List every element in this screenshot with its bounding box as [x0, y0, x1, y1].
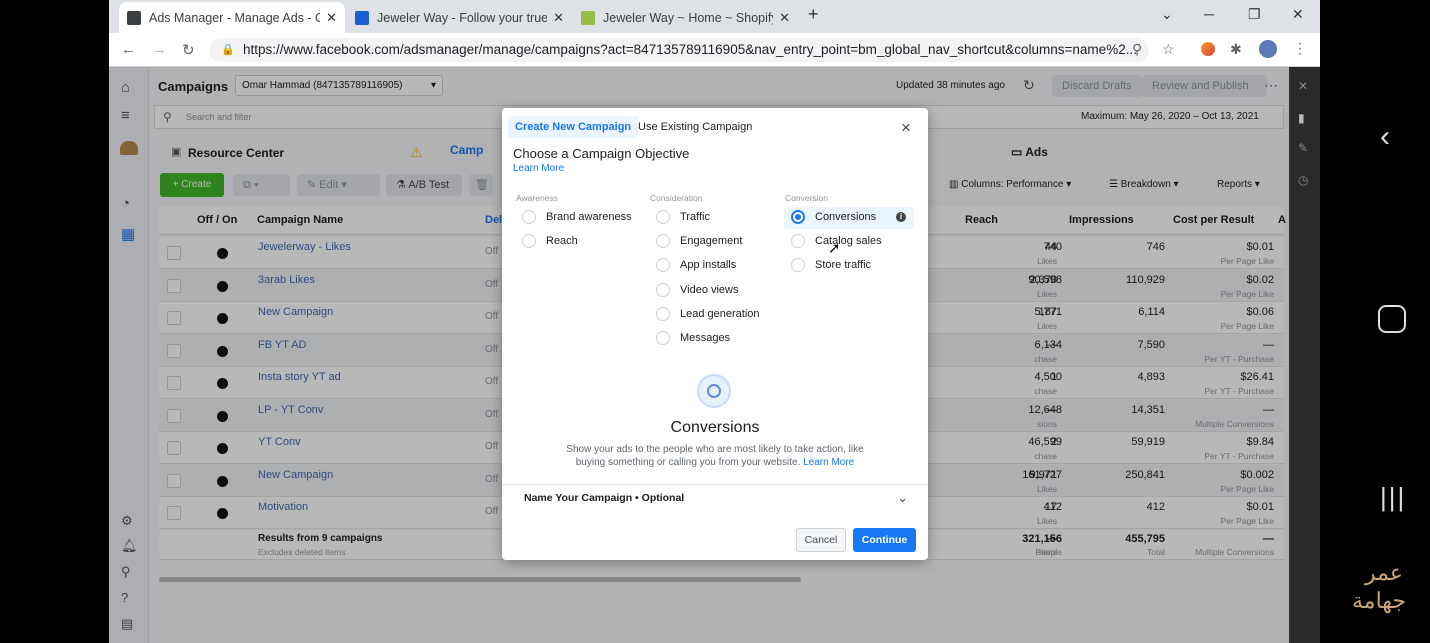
option-store-traffic[interactable]: Store traffic	[791, 258, 871, 272]
tab-search-icon[interactable]: ⌄	[1161, 6, 1173, 23]
recents-nav-icon[interactable]: |||	[1380, 482, 1406, 513]
radio-button	[656, 258, 670, 272]
tab-create-new-campaign[interactable]: Create New Campaign	[508, 116, 639, 138]
name-campaign-section[interactable]: Name Your Campaign • Optional ⌄	[524, 490, 908, 514]
radio-button-selected	[791, 210, 805, 224]
bookmark-star-icon[interactable]: ☆	[1162, 41, 1175, 58]
learn-more-link[interactable]: Learn More	[513, 163, 564, 174]
browser-window: Ads Manager - Manage Ads - Ca ✕ Jeweler …	[109, 0, 1320, 643]
extensions-puzzle-icon[interactable]: ✱	[1230, 41, 1242, 58]
option-conversions[interactable]: Conversions	[791, 210, 876, 224]
shopify-favicon-icon	[581, 10, 595, 25]
conversions-globe-icon	[697, 374, 731, 408]
tab-use-existing-campaign[interactable]: Use Existing Campaign	[631, 116, 759, 138]
detail-learn-more-link[interactable]: Learn More	[803, 457, 854, 468]
info-icon[interactable]: i	[896, 212, 906, 222]
back-nav-icon[interactable]: ‹	[1380, 120, 1390, 154]
home-nav-icon[interactable]	[1378, 305, 1406, 333]
maximize-button[interactable]: ❐	[1248, 6, 1261, 23]
address-bar: ← → ↻ 🔒 https://www.facebook.com/adsmana…	[109, 33, 1320, 67]
zoom-icon[interactable]: ⚲	[1132, 41, 1142, 58]
minimize-button[interactable]: ─	[1204, 6, 1214, 22]
cancel-button[interactable]: Cancel	[796, 528, 846, 552]
jeweler-way-favicon-icon	[355, 10, 369, 25]
ads-manager-favicon-icon	[127, 10, 141, 25]
chevron-down-icon: ⌄	[897, 490, 908, 505]
tab-jeweler-way[interactable]: Jeweler Way - Follow your true p ✕	[347, 2, 572, 33]
tab-ads-manager[interactable]: Ads Manager - Manage Ads - Ca ✕	[119, 2, 345, 33]
option-brand-awareness[interactable]: Brand awareness	[522, 210, 632, 224]
android-nav-bar: ‹ ||| عمر جهامة	[1320, 0, 1430, 643]
radio-button	[791, 258, 805, 272]
close-tab-icon[interactable]: ✕	[779, 10, 790, 26]
option-reach[interactable]: Reach	[522, 234, 578, 248]
reload-icon[interactable]: ↻	[182, 41, 195, 59]
radio-button	[522, 234, 536, 248]
extension-icon[interactable]	[1201, 42, 1215, 56]
radio-button	[656, 234, 670, 248]
radio-button	[656, 283, 670, 297]
url-field[interactable]: 🔒 https://www.facebook.com/adsmanager/ma…	[209, 38, 1149, 62]
option-engagement[interactable]: Engagement	[656, 234, 742, 248]
radio-button	[656, 331, 670, 345]
close-tab-icon[interactable]: ✕	[553, 10, 564, 26]
mouse-cursor-icon: ➚	[828, 240, 841, 257]
tab-strip: Ads Manager - Manage Ads - Ca ✕ Jeweler …	[109, 0, 1320, 33]
dialog-title: Choose a Campaign Objective	[513, 146, 690, 161]
divider	[502, 484, 928, 485]
new-tab-button[interactable]: +	[808, 4, 819, 25]
option-messages[interactable]: Messages	[656, 331, 730, 345]
back-icon[interactable]: ←	[121, 41, 136, 58]
forward-icon[interactable]: →	[152, 41, 167, 58]
radio-button	[656, 210, 670, 224]
group-awareness-label: Awareness	[516, 193, 558, 203]
radio-button	[522, 210, 536, 224]
option-lead-generation[interactable]: Lead generation	[656, 307, 760, 321]
close-window-button[interactable]: ✕	[1292, 6, 1304, 23]
tab-shopify[interactable]: Jeweler Way ~ Home ~ Shopify ✕	[573, 2, 798, 33]
objective-detail-text: Show your ads to the people who are most…	[566, 444, 864, 468]
continue-button[interactable]: Continue	[853, 528, 916, 552]
radio-button	[791, 234, 805, 248]
radio-button	[656, 307, 670, 321]
objective-detail-title: Conversions	[670, 419, 760, 436]
option-video-views[interactable]: Video views	[656, 283, 739, 297]
group-conversion-label: Conversion	[785, 193, 828, 203]
lock-icon: 🔒	[221, 44, 235, 56]
group-consideration-label: Consideration	[650, 193, 703, 203]
campaign-objective-dialog: Create New Campaign Use Existing Campaig…	[502, 108, 928, 560]
browser-menu-icon[interactable]: ⋮	[1293, 40, 1307, 57]
option-traffic[interactable]: Traffic	[656, 210, 710, 224]
close-tab-icon[interactable]: ✕	[326, 10, 337, 26]
close-dialog-icon[interactable]: ×	[901, 118, 911, 138]
option-app-installs[interactable]: App installs	[656, 258, 736, 272]
profile-avatar[interactable]	[1259, 40, 1277, 58]
watermark-line1: عمر	[1365, 560, 1403, 585]
watermark-line2: جهامة	[1351, 588, 1407, 613]
